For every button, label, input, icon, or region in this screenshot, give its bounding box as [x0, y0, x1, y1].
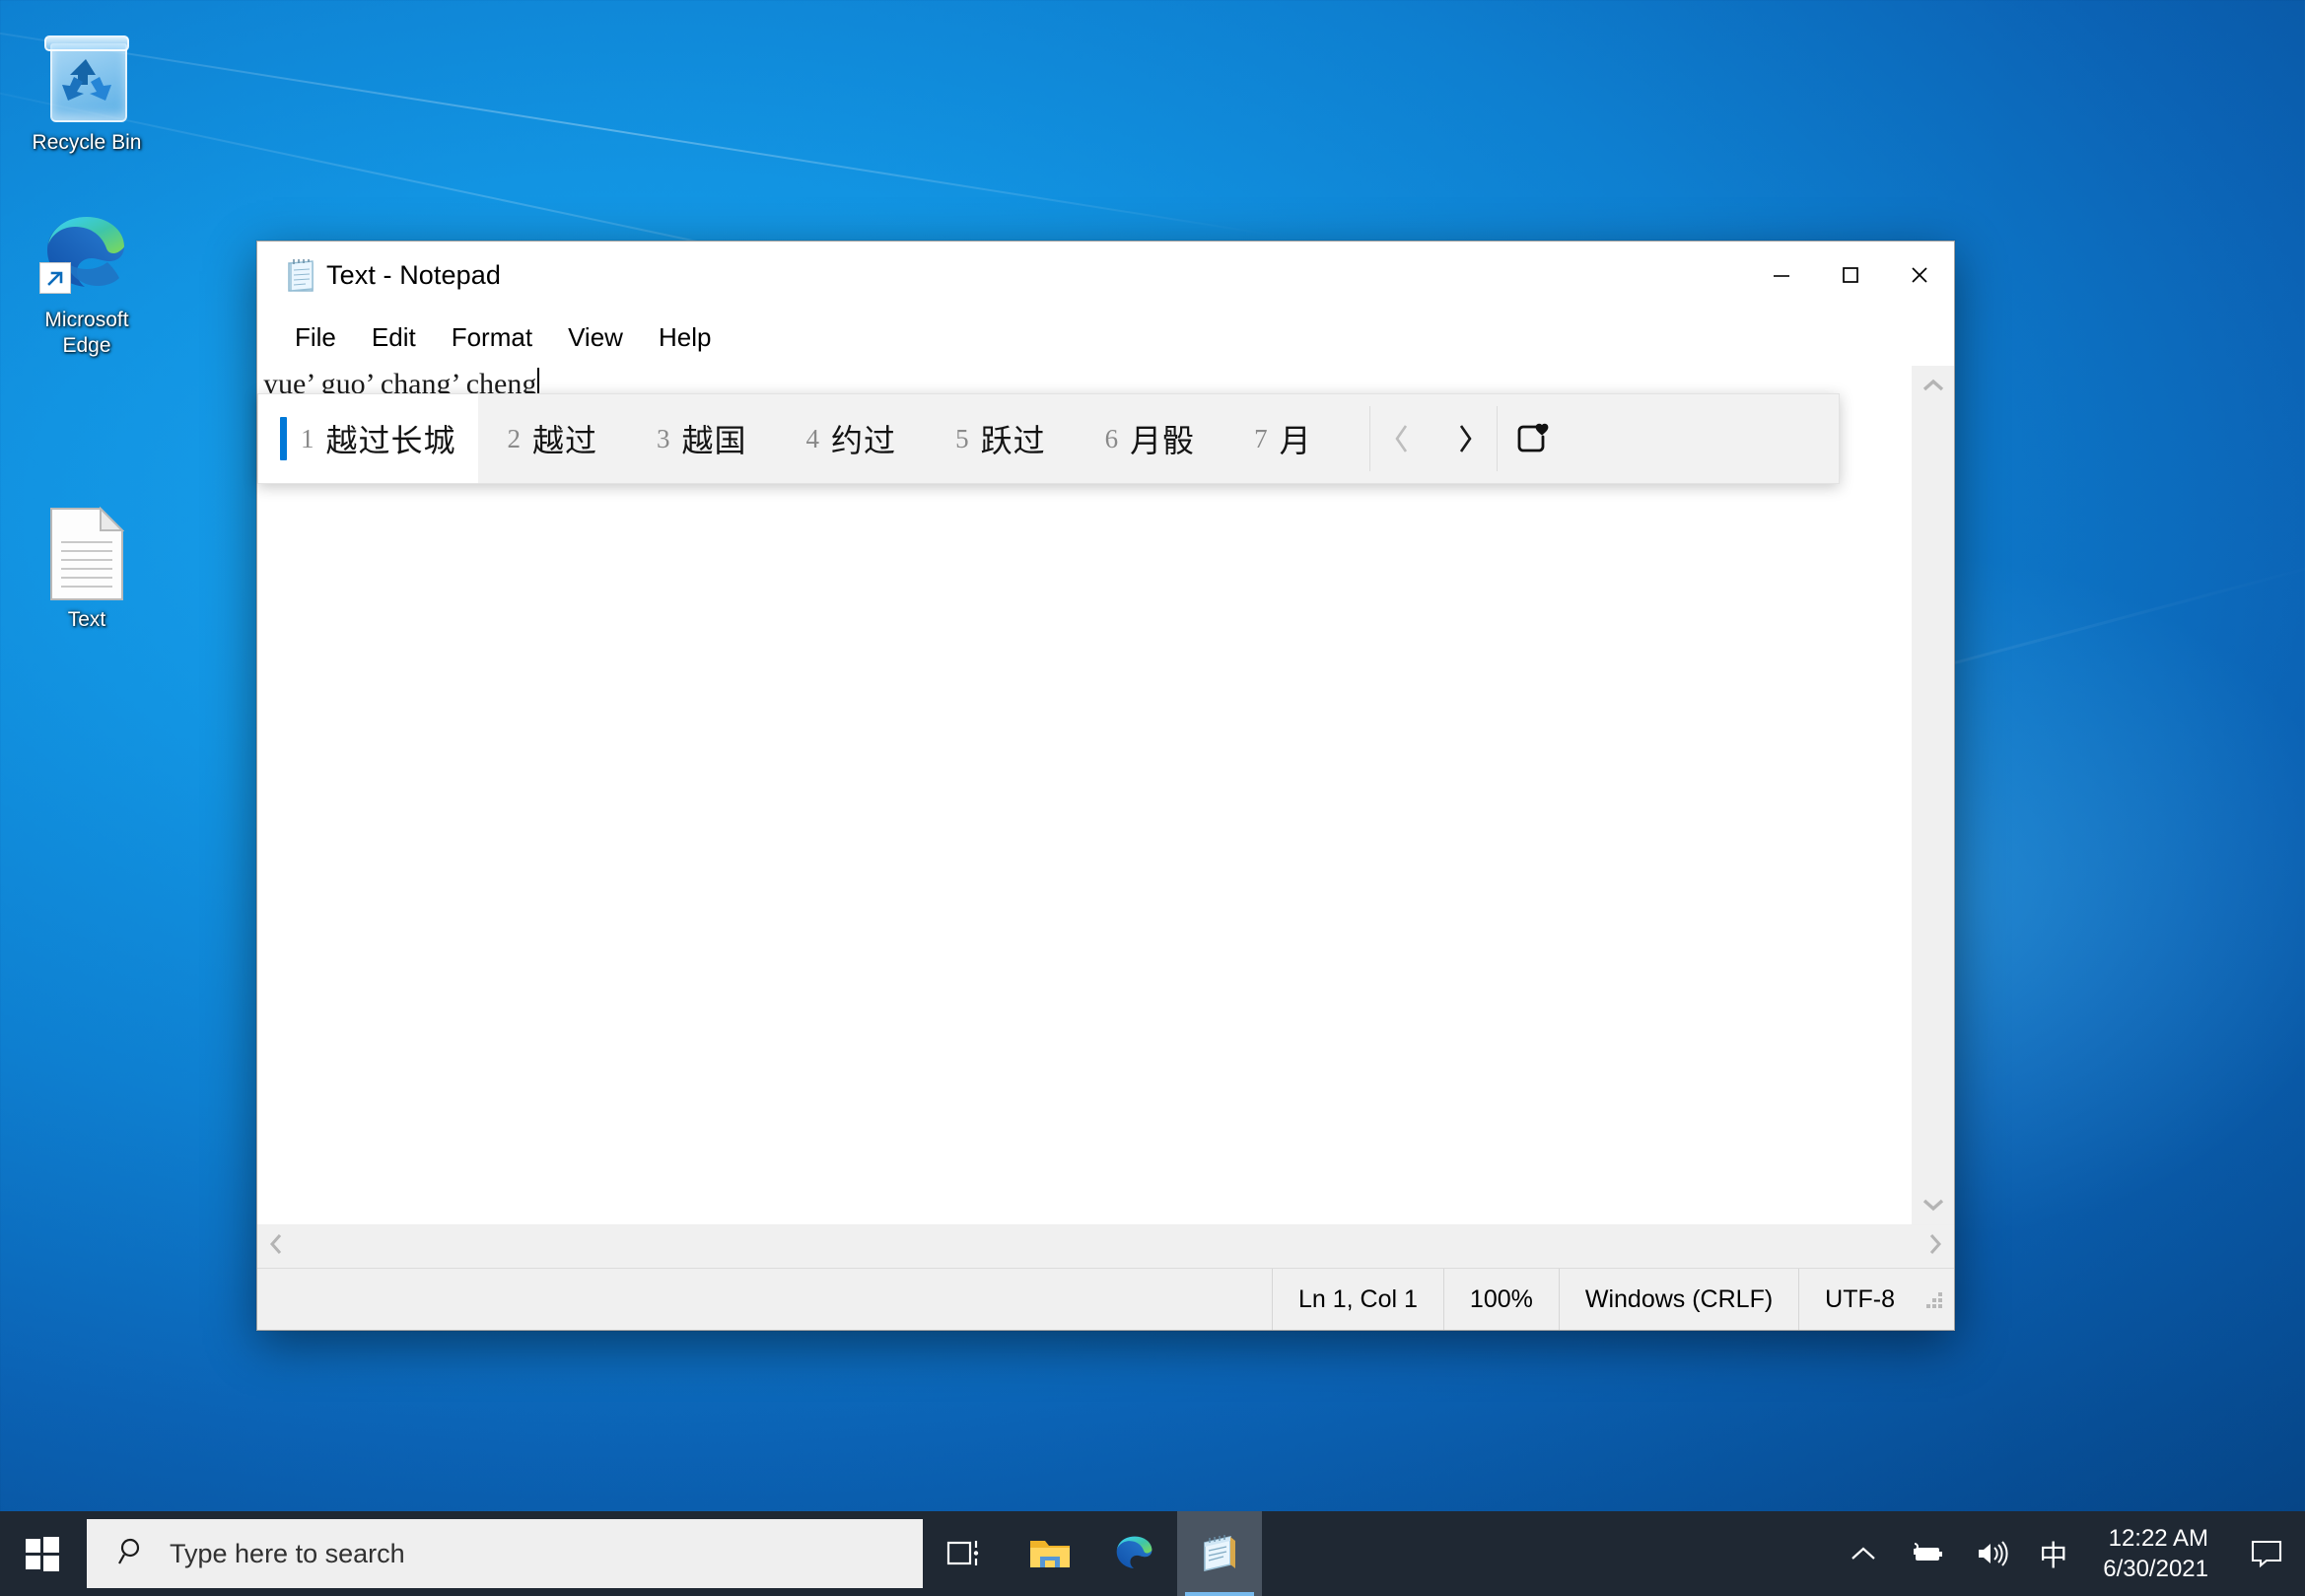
taskbar-clock[interactable]: 12:22 AM 6/30/2021	[2083, 1511, 2228, 1596]
taskbar-task-view-button[interactable]	[923, 1511, 1008, 1596]
desktop-icon-microsoft-edge[interactable]: Microsoft Edge	[18, 193, 156, 359]
candidate-number: 1	[301, 424, 314, 454]
ime-candidate-5[interactable]: 5 跃过	[926, 394, 1076, 483]
action-center-button[interactable]	[2228, 1511, 2305, 1596]
system-tray: 中 12:22 AM 6/30/2021	[1834, 1511, 2305, 1596]
candidate-word: 月	[1280, 416, 1312, 461]
candidate-word: 月骰	[1130, 416, 1195, 461]
scroll-up-icon[interactable]	[1913, 366, 1954, 405]
status-cursor-position: Ln 1, Col 1	[1272, 1269, 1443, 1330]
show-hidden-icons-button[interactable]	[1834, 1511, 1893, 1596]
search-placeholder: Type here to search	[170, 1539, 405, 1569]
edge-icon	[18, 193, 156, 302]
ime-candidate-window: 1 越过长城 2 越过 3 越国 4 约过 5 跃过 6 月骰 7 月	[257, 393, 1840, 484]
menu-file[interactable]: File	[277, 318, 354, 357]
status-encoding: UTF-8	[1798, 1269, 1921, 1330]
ime-candidate-list: 1 越过长城 2 越过 3 越国 4 约过 5 跃过 6 月骰 7 月	[258, 394, 1342, 483]
menu-format[interactable]: Format	[434, 318, 550, 357]
scroll-down-icon[interactable]	[1913, 1185, 1954, 1224]
candidate-word: 跃过	[981, 416, 1046, 461]
notepad-edit-region: yue’ guo’ chang’ cheng	[257, 366, 1954, 1224]
taskbar: Type here to search	[0, 1511, 2305, 1596]
status-line-ending: Windows (CRLF)	[1559, 1269, 1798, 1330]
candidate-number: 5	[955, 424, 969, 454]
notepad-titlebar[interactable]: Text - Notepad	[257, 242, 1954, 309]
close-button[interactable]	[1885, 242, 1954, 309]
next-page-icon[interactable]	[1433, 394, 1497, 483]
ime-candidate-7[interactable]: 7 月	[1224, 394, 1342, 483]
desktop-icon-recycle-bin[interactable]: Recycle Bin	[18, 16, 156, 156]
scroll-right-icon[interactable]	[1926, 1232, 1944, 1261]
ime-page-nav	[1370, 394, 1497, 483]
candidate-word: 约过	[831, 416, 896, 461]
emoji-heart-icon[interactable]	[1498, 394, 1572, 483]
wallpaper-streak	[0, 3, 1273, 237]
desktop-icon-text[interactable]: Text	[18, 493, 156, 633]
ime-candidate-1[interactable]: 1 越过长城	[258, 394, 478, 483]
search-icon	[116, 1536, 148, 1572]
candidate-word: 越过	[532, 416, 597, 461]
candidate-number: 2	[508, 424, 522, 454]
ime-candidate-2[interactable]: 2 越过	[478, 394, 628, 483]
minimize-button[interactable]	[1747, 242, 1816, 309]
recycle-bin-icon	[18, 16, 156, 124]
clock-date: 6/30/2021	[2103, 1554, 2208, 1584]
volume-icon[interactable]	[1960, 1511, 2023, 1596]
clock-time: 12:22 AM	[2109, 1523, 2208, 1554]
candidate-number: 4	[806, 424, 820, 454]
search-box[interactable]: Type here to search	[87, 1519, 923, 1588]
window-title: Text - Notepad	[326, 260, 501, 291]
candidate-word: 越过长城	[326, 416, 456, 461]
maximize-button[interactable]	[1816, 242, 1885, 309]
notepad-text-area[interactable]: yue’ guo’ chang’ cheng	[257, 366, 1912, 1224]
ime-candidate-6[interactable]: 6 月骰	[1076, 394, 1225, 483]
candidate-number: 3	[657, 424, 670, 454]
taskbar-edge-button[interactable]	[1092, 1511, 1177, 1596]
menu-help[interactable]: Help	[641, 318, 729, 357]
desktop-icon-label: Microsoft Edge	[18, 308, 156, 359]
vertical-scrollbar[interactable]	[1912, 366, 1954, 1224]
notepad-icon	[285, 257, 318, 293]
menu-edit[interactable]: Edit	[354, 318, 434, 357]
taskbar-notepad-button[interactable]	[1177, 1511, 1262, 1596]
candidate-number: 7	[1254, 424, 1268, 454]
start-button[interactable]	[0, 1511, 85, 1596]
ime-candidate-3[interactable]: 3 越国	[627, 394, 777, 483]
desktop-icon-label: Recycle Bin	[18, 130, 156, 156]
candidate-word: 越国	[682, 416, 747, 461]
candidate-number: 6	[1105, 424, 1119, 454]
horizontal-scrollbar[interactable]	[257, 1224, 1954, 1268]
previous-page-icon[interactable]	[1370, 394, 1433, 483]
ime-candidate-4[interactable]: 4 约过	[777, 394, 927, 483]
text-document-icon	[18, 493, 156, 601]
menu-view[interactable]: View	[550, 318, 641, 357]
desktop-icon-label: Text	[18, 607, 156, 633]
selection-indicator	[280, 417, 287, 460]
ime-mode-indicator[interactable]: 中	[2023, 1511, 2083, 1596]
scroll-left-icon[interactable]	[267, 1232, 285, 1261]
shortcut-arrow-icon	[39, 262, 71, 294]
notepad-menubar: File Edit Format View Help	[257, 309, 1954, 366]
status-zoom: 100%	[1443, 1269, 1559, 1330]
notepad-statusbar: Ln 1, Col 1 100% Windows (CRLF) UTF-8	[257, 1268, 1954, 1330]
resize-grip-icon[interactable]	[1921, 1286, 1946, 1312]
taskbar-file-explorer-button[interactable]	[1008, 1511, 1092, 1596]
battery-charging-icon[interactable]	[1893, 1511, 1960, 1596]
